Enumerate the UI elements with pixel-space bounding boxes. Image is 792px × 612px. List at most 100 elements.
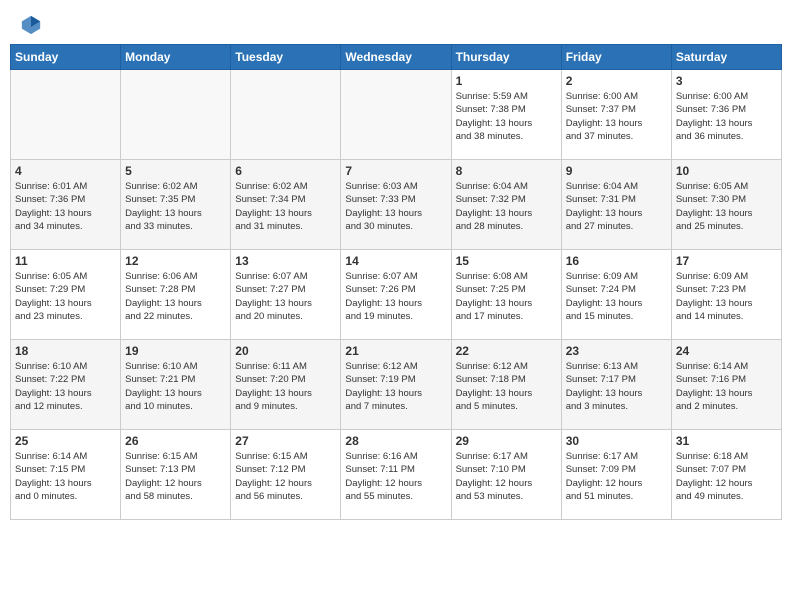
weekday-header: Wednesday (341, 45, 451, 70)
day-number: 15 (456, 254, 557, 268)
day-info: Sunrise: 6:14 AM Sunset: 7:15 PM Dayligh… (15, 450, 116, 503)
calendar-week-row: 25 Sunrise: 6:14 AM Sunset: 7:15 PM Dayl… (11, 430, 782, 520)
calendar-day-cell: 31 Sunrise: 6:18 AM Sunset: 7:07 PM Dayl… (671, 430, 781, 520)
calendar-week-row: 1 Sunrise: 5:59 AM Sunset: 7:38 PM Dayli… (11, 70, 782, 160)
calendar-day-cell: 16 Sunrise: 6:09 AM Sunset: 7:24 PM Dayl… (561, 250, 671, 340)
calendar-day-cell: 19 Sunrise: 6:10 AM Sunset: 7:21 PM Dayl… (121, 340, 231, 430)
calendar-day-cell: 2 Sunrise: 6:00 AM Sunset: 7:37 PM Dayli… (561, 70, 671, 160)
day-number: 14 (345, 254, 446, 268)
day-info: Sunrise: 6:05 AM Sunset: 7:29 PM Dayligh… (15, 270, 116, 323)
day-number: 12 (125, 254, 226, 268)
day-info: Sunrise: 6:03 AM Sunset: 7:33 PM Dayligh… (345, 180, 446, 233)
day-number: 23 (566, 344, 667, 358)
day-number: 10 (676, 164, 777, 178)
day-number: 17 (676, 254, 777, 268)
day-number: 8 (456, 164, 557, 178)
calendar-day-cell: 22 Sunrise: 6:12 AM Sunset: 7:18 PM Dayl… (451, 340, 561, 430)
day-number: 22 (456, 344, 557, 358)
day-number: 7 (345, 164, 446, 178)
day-info: Sunrise: 6:12 AM Sunset: 7:19 PM Dayligh… (345, 360, 446, 413)
calendar-day-cell: 27 Sunrise: 6:15 AM Sunset: 7:12 PM Dayl… (231, 430, 341, 520)
calendar-day-cell: 14 Sunrise: 6:07 AM Sunset: 7:26 PM Dayl… (341, 250, 451, 340)
day-number: 31 (676, 434, 777, 448)
day-info: Sunrise: 6:15 AM Sunset: 7:13 PM Dayligh… (125, 450, 226, 503)
day-number: 30 (566, 434, 667, 448)
calendar-day-cell: 1 Sunrise: 5:59 AM Sunset: 7:38 PM Dayli… (451, 70, 561, 160)
day-number: 28 (345, 434, 446, 448)
day-info: Sunrise: 6:06 AM Sunset: 7:28 PM Dayligh… (125, 270, 226, 323)
calendar-day-cell: 3 Sunrise: 6:00 AM Sunset: 7:36 PM Dayli… (671, 70, 781, 160)
weekday-header: Monday (121, 45, 231, 70)
day-number: 16 (566, 254, 667, 268)
calendar-day-cell: 4 Sunrise: 6:01 AM Sunset: 7:36 PM Dayli… (11, 160, 121, 250)
logo (18, 14, 42, 32)
day-number: 21 (345, 344, 446, 358)
day-info: Sunrise: 6:17 AM Sunset: 7:10 PM Dayligh… (456, 450, 557, 503)
calendar-day-cell: 29 Sunrise: 6:17 AM Sunset: 7:10 PM Dayl… (451, 430, 561, 520)
calendar-day-cell: 30 Sunrise: 6:17 AM Sunset: 7:09 PM Dayl… (561, 430, 671, 520)
calendar-day-cell: 24 Sunrise: 6:14 AM Sunset: 7:16 PM Dayl… (671, 340, 781, 430)
calendar-table: SundayMondayTuesdayWednesdayThursdayFrid… (10, 44, 782, 520)
day-info: Sunrise: 6:10 AM Sunset: 7:21 PM Dayligh… (125, 360, 226, 413)
day-info: Sunrise: 6:07 AM Sunset: 7:26 PM Dayligh… (345, 270, 446, 323)
day-number: 2 (566, 74, 667, 88)
calendar-day-cell: 11 Sunrise: 6:05 AM Sunset: 7:29 PM Dayl… (11, 250, 121, 340)
calendar-day-cell: 28 Sunrise: 6:16 AM Sunset: 7:11 PM Dayl… (341, 430, 451, 520)
day-info: Sunrise: 6:02 AM Sunset: 7:34 PM Dayligh… (235, 180, 336, 233)
page-header (10, 10, 782, 36)
calendar-day-cell: 25 Sunrise: 6:14 AM Sunset: 7:15 PM Dayl… (11, 430, 121, 520)
day-info: Sunrise: 6:04 AM Sunset: 7:32 PM Dayligh… (456, 180, 557, 233)
calendar-day-cell: 10 Sunrise: 6:05 AM Sunset: 7:30 PM Dayl… (671, 160, 781, 250)
calendar-day-cell: 20 Sunrise: 6:11 AM Sunset: 7:20 PM Dayl… (231, 340, 341, 430)
calendar-day-cell: 23 Sunrise: 6:13 AM Sunset: 7:17 PM Dayl… (561, 340, 671, 430)
day-number: 24 (676, 344, 777, 358)
day-number: 6 (235, 164, 336, 178)
calendar-day-cell: 17 Sunrise: 6:09 AM Sunset: 7:23 PM Dayl… (671, 250, 781, 340)
day-info: Sunrise: 6:17 AM Sunset: 7:09 PM Dayligh… (566, 450, 667, 503)
calendar-day-cell: 5 Sunrise: 6:02 AM Sunset: 7:35 PM Dayli… (121, 160, 231, 250)
day-info: Sunrise: 5:59 AM Sunset: 7:38 PM Dayligh… (456, 90, 557, 143)
day-info: Sunrise: 6:10 AM Sunset: 7:22 PM Dayligh… (15, 360, 116, 413)
calendar-week-row: 18 Sunrise: 6:10 AM Sunset: 7:22 PM Dayl… (11, 340, 782, 430)
day-number: 19 (125, 344, 226, 358)
calendar-day-cell: 26 Sunrise: 6:15 AM Sunset: 7:13 PM Dayl… (121, 430, 231, 520)
day-info: Sunrise: 6:14 AM Sunset: 7:16 PM Dayligh… (676, 360, 777, 413)
weekday-header: Thursday (451, 45, 561, 70)
day-info: Sunrise: 6:18 AM Sunset: 7:07 PM Dayligh… (676, 450, 777, 503)
weekday-header: Friday (561, 45, 671, 70)
day-info: Sunrise: 6:04 AM Sunset: 7:31 PM Dayligh… (566, 180, 667, 233)
day-number: 11 (15, 254, 116, 268)
day-info: Sunrise: 6:09 AM Sunset: 7:24 PM Dayligh… (566, 270, 667, 323)
calendar-day-cell: 9 Sunrise: 6:04 AM Sunset: 7:31 PM Dayli… (561, 160, 671, 250)
day-info: Sunrise: 6:13 AM Sunset: 7:17 PM Dayligh… (566, 360, 667, 413)
day-number: 29 (456, 434, 557, 448)
calendar-day-cell: 21 Sunrise: 6:12 AM Sunset: 7:19 PM Dayl… (341, 340, 451, 430)
day-number: 1 (456, 74, 557, 88)
day-number: 20 (235, 344, 336, 358)
calendar-day-cell (121, 70, 231, 160)
day-info: Sunrise: 6:01 AM Sunset: 7:36 PM Dayligh… (15, 180, 116, 233)
day-number: 9 (566, 164, 667, 178)
day-info: Sunrise: 6:00 AM Sunset: 7:36 PM Dayligh… (676, 90, 777, 143)
day-info: Sunrise: 6:12 AM Sunset: 7:18 PM Dayligh… (456, 360, 557, 413)
calendar-day-cell: 12 Sunrise: 6:06 AM Sunset: 7:28 PM Dayl… (121, 250, 231, 340)
calendar-day-cell: 15 Sunrise: 6:08 AM Sunset: 7:25 PM Dayl… (451, 250, 561, 340)
calendar-day-cell: 8 Sunrise: 6:04 AM Sunset: 7:32 PM Dayli… (451, 160, 561, 250)
day-info: Sunrise: 6:16 AM Sunset: 7:11 PM Dayligh… (345, 450, 446, 503)
day-number: 27 (235, 434, 336, 448)
weekday-header: Tuesday (231, 45, 341, 70)
day-info: Sunrise: 6:11 AM Sunset: 7:20 PM Dayligh… (235, 360, 336, 413)
day-info: Sunrise: 6:07 AM Sunset: 7:27 PM Dayligh… (235, 270, 336, 323)
logo-icon (20, 14, 42, 36)
day-number: 13 (235, 254, 336, 268)
day-info: Sunrise: 6:15 AM Sunset: 7:12 PM Dayligh… (235, 450, 336, 503)
day-number: 18 (15, 344, 116, 358)
weekday-header: Sunday (11, 45, 121, 70)
calendar-day-cell (231, 70, 341, 160)
calendar-day-cell: 7 Sunrise: 6:03 AM Sunset: 7:33 PM Dayli… (341, 160, 451, 250)
calendar-week-row: 4 Sunrise: 6:01 AM Sunset: 7:36 PM Dayli… (11, 160, 782, 250)
day-number: 4 (15, 164, 116, 178)
day-info: Sunrise: 6:00 AM Sunset: 7:37 PM Dayligh… (566, 90, 667, 143)
day-info: Sunrise: 6:05 AM Sunset: 7:30 PM Dayligh… (676, 180, 777, 233)
calendar-day-cell: 6 Sunrise: 6:02 AM Sunset: 7:34 PM Dayli… (231, 160, 341, 250)
